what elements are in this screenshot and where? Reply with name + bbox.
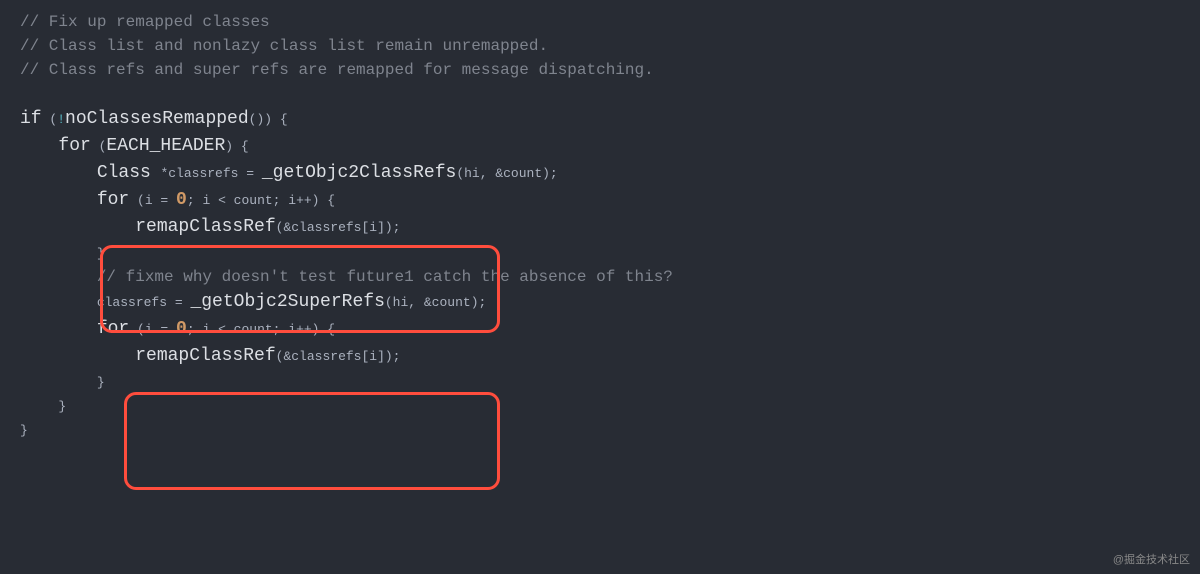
code-line: for (i = 0; i < count; i++) { (20, 316, 1180, 343)
code-line: remapClassRef(&classrefs[i]); (20, 343, 1180, 370)
arguments: (hi, &count); (456, 166, 557, 181)
code-line: // Fix up remapped classes (20, 10, 1180, 34)
function-call: _getObjc2ClassRefs (262, 163, 456, 183)
code-line: Class *classrefs = _getObjc2ClassRefs(hi… (20, 160, 1180, 187)
code-line: } (20, 370, 1180, 394)
identifier: classrefs = (97, 295, 191, 310)
watermark: @掘金技术社区 (1113, 552, 1190, 569)
code-line: remapClassRef(&classrefs[i]); (20, 214, 1180, 241)
function-call: _getObjc2SuperRefs (190, 292, 384, 312)
code-line: for (i = 0; i < count; i++) { (20, 187, 1180, 214)
arguments: (hi, &count); (385, 295, 486, 310)
keyword-for: for (97, 319, 129, 339)
keyword-for: for (58, 136, 90, 156)
comment: // fixme why doesn't test future1 catch … (97, 268, 673, 286)
code-line: classrefs = _getObjc2SuperRefs(hi, &coun… (20, 289, 1180, 316)
code-line: if (!noClassesRemapped()) { (20, 106, 1180, 133)
number: 0 (176, 319, 187, 339)
function-call: remapClassRef (135, 217, 275, 237)
blank-line (20, 82, 1180, 106)
arguments: (&classrefs[i]); (276, 220, 401, 235)
number: 0 (176, 190, 187, 210)
function-call: remapClassRef (135, 346, 275, 366)
comment: // Class refs and super refs are remappe… (20, 61, 654, 79)
operator: ! (57, 112, 65, 127)
function-call: noClassesRemapped (65, 109, 249, 129)
identifier: classrefs (168, 166, 238, 181)
macro: EACH_HEADER (106, 136, 225, 156)
code-line: } (20, 394, 1180, 418)
arguments: (&classrefs[i]); (276, 349, 401, 364)
code-line: for (EACH_HEADER) { (20, 133, 1180, 160)
keyword-if: if (20, 109, 42, 129)
keyword-for: for (97, 190, 129, 210)
comment: // Fix up remapped classes (20, 13, 270, 31)
code-line: } (20, 418, 1180, 442)
code-block: // Fix up remapped classes // Class list… (20, 10, 1180, 442)
comment: // Class list and nonlazy class list rem… (20, 37, 548, 55)
code-line: // Class list and nonlazy class list rem… (20, 34, 1180, 58)
type: Class (97, 163, 151, 183)
code-line: // Class refs and super refs are remappe… (20, 58, 1180, 82)
code-line: } (20, 241, 1180, 265)
code-line: // fixme why doesn't test future1 catch … (20, 265, 1180, 289)
